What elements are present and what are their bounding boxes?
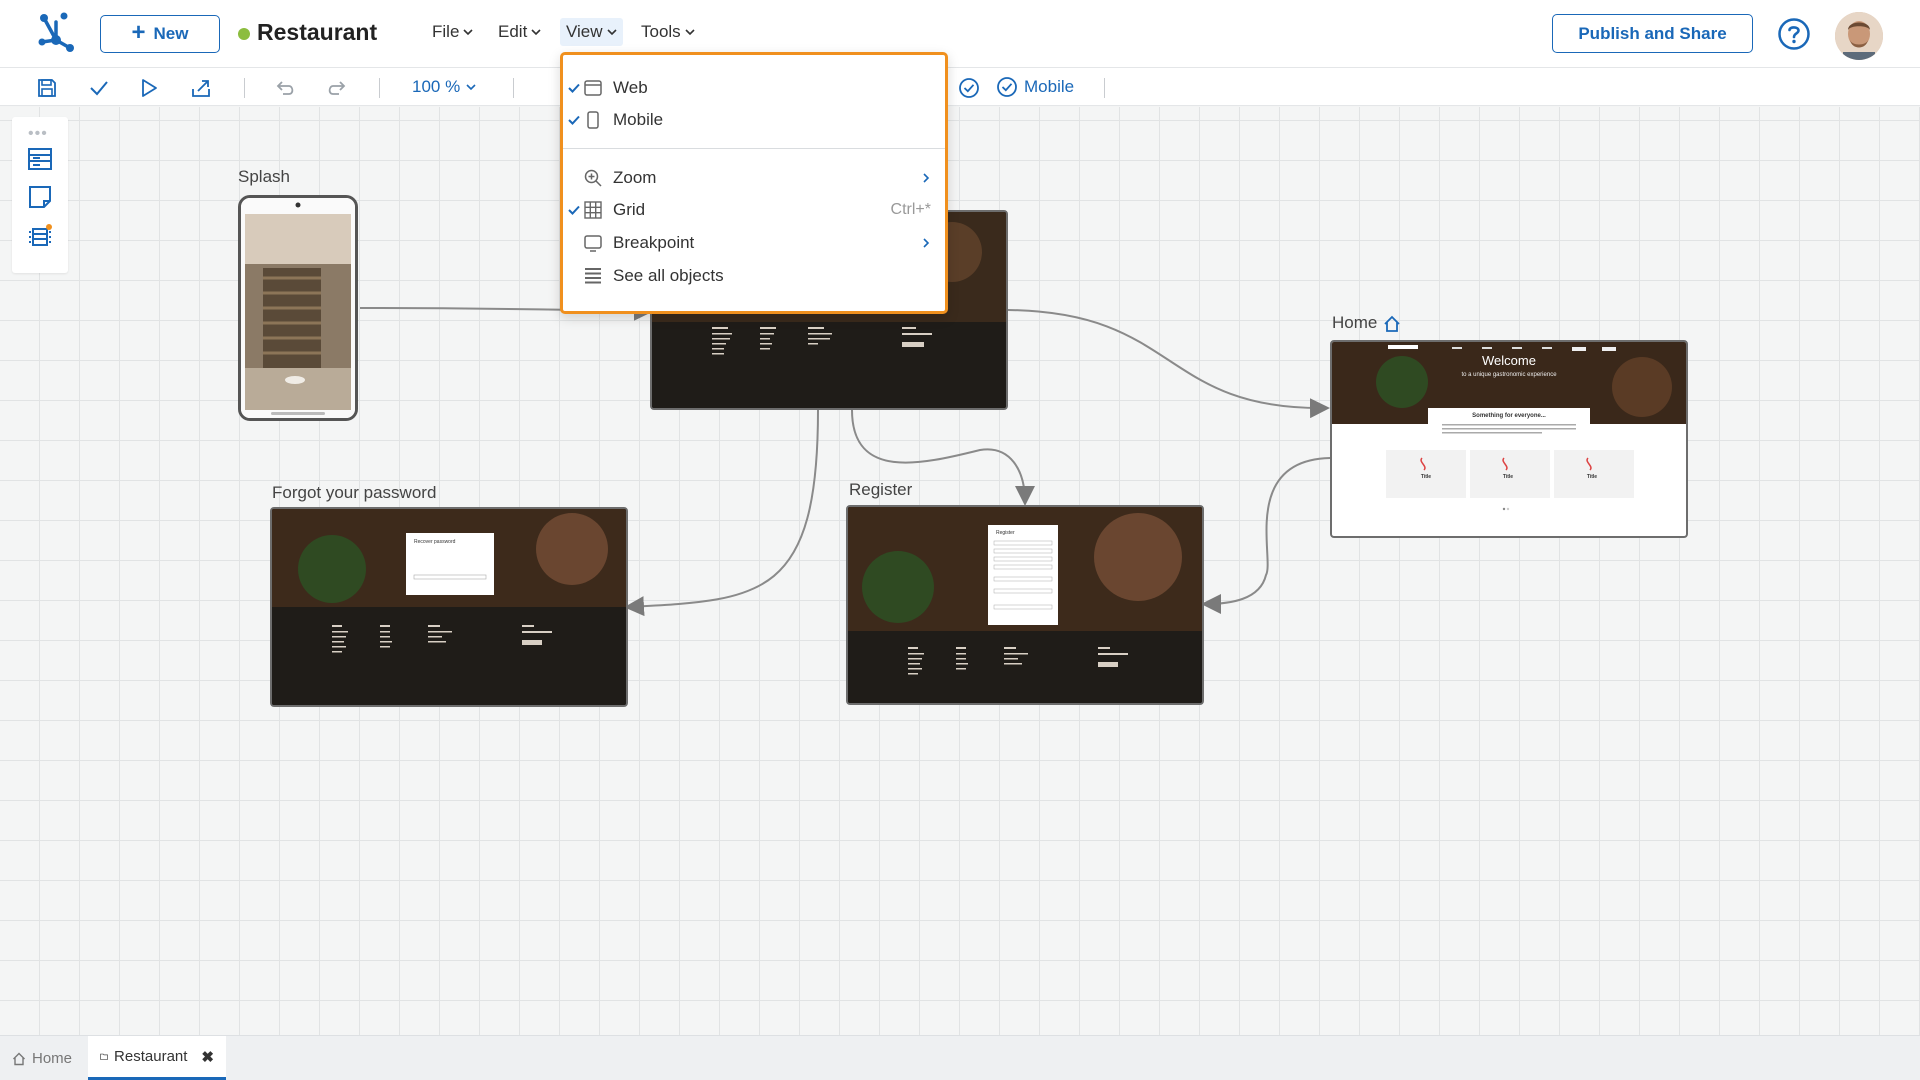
splash-preview-image	[241, 198, 355, 418]
project-title: Restaurant	[257, 19, 378, 45]
publish-and-share-button[interactable]: Publish and Share	[1552, 14, 1753, 53]
view-menu-item-mobile[interactable]: Mobile	[563, 105, 945, 135]
user-avatar[interactable]	[1835, 12, 1883, 60]
chevron-down-icon	[463, 29, 473, 36]
view-menu-item-label: Web	[613, 78, 648, 97]
check-icon	[568, 115, 580, 125]
menu-edit-label: Edit	[498, 22, 528, 41]
toolbar: 100 % Mobile	[0, 68, 1920, 106]
view-menu-item-label: Breakpoint	[613, 233, 695, 252]
menu-file[interactable]: File	[432, 22, 473, 42]
avatar-image	[1835, 12, 1883, 60]
forgot-form-title: Recover password	[414, 539, 456, 545]
mobile-toggle[interactable]: Mobile	[996, 76, 1074, 98]
grid-icon	[584, 201, 602, 219]
home-icon	[1384, 315, 1400, 332]
left-tool-panel: •••	[12, 117, 68, 273]
register-form-title: Register	[996, 530, 1015, 536]
zoom-icon	[584, 169, 602, 187]
bottom-tab-bar: Home Restaurant ✖	[0, 1035, 1920, 1080]
tab-restaurant-label: Restaurant	[114, 1048, 188, 1065]
new-button-label: New	[153, 24, 189, 43]
view-menu-item-label: Zoom	[613, 168, 657, 187]
app-header: + New Restaurant File Edit View Tools Pu…	[0, 0, 1920, 68]
play-icon[interactable]	[138, 77, 160, 99]
tab-home-label: Home	[32, 1050, 73, 1067]
view-menu-item-zoom[interactable]: Zoom	[563, 163, 945, 193]
home-card-title: Title	[1420, 474, 1432, 480]
screen-label-splash: Splash	[238, 167, 290, 186]
tab-home[interactable]: Home	[0, 1036, 84, 1080]
list-objects-icon	[585, 268, 601, 284]
menu-tools[interactable]: Tools	[641, 22, 695, 42]
view-menu-item-label: Mobile	[613, 110, 664, 129]
undo-icon[interactable]	[275, 77, 297, 99]
menu-tools-label: Tools	[641, 22, 681, 41]
chevron-right-icon	[923, 173, 930, 183]
grid-shortcut: Ctrl+*	[890, 201, 931, 218]
project-status-dot	[238, 28, 250, 40]
web-window-icon	[584, 80, 602, 96]
home-hero-subtitle: to a unique gastronomic experience	[1461, 372, 1557, 378]
menu-view-label: View	[566, 22, 603, 41]
home-card-title: Title	[1586, 474, 1598, 480]
screen-label-forgot-password: Forgot your password	[272, 483, 437, 502]
chevron-right-icon	[923, 238, 930, 248]
screen-label-register: Register	[849, 480, 913, 499]
screen-layout-icon[interactable]	[26, 145, 54, 173]
view-menu-item-breakpoint[interactable]: Breakpoint	[563, 228, 945, 258]
close-tab-icon[interactable]: ✖	[201, 1048, 214, 1066]
plus-icon: +	[131, 19, 146, 46]
view-menu-item-label: Grid	[613, 200, 646, 219]
redo-icon[interactable]	[325, 77, 347, 99]
zoom-value: 100 %	[412, 77, 461, 96]
register-preview-image	[848, 507, 1202, 703]
chevron-down-icon	[685, 29, 695, 36]
chevron-down-icon	[606, 29, 617, 36]
check-icon[interactable]	[88, 77, 110, 99]
toolbar-separator	[1104, 78, 1105, 98]
mobile-toggle-label: Mobile	[1024, 77, 1075, 96]
drag-handle-icon[interactable]: •••	[28, 125, 48, 143]
screen-thumb-forgot-password[interactable]: Recover password	[270, 507, 628, 707]
screen-thumb-home[interactable]: Welcome to a unique gastronomic experien…	[1330, 340, 1688, 538]
view-menu-item-grid[interactable]: Grid Ctrl+*	[563, 195, 945, 225]
check-icon	[568, 205, 580, 215]
screen-label-home: Home	[1332, 313, 1378, 332]
view-menu-item-label: See all objects	[613, 266, 724, 285]
export-icon[interactable]	[190, 77, 212, 99]
breakpoint-icon	[584, 235, 602, 252]
screen-thumb-splash[interactable]	[238, 195, 358, 421]
help-icon[interactable]	[1777, 17, 1811, 51]
view-menu-dropdown: Web Mobile Zoom Grid Ctrl+* Breakpoint S…	[560, 52, 948, 314]
home-hero-title: Welcome	[1482, 353, 1536, 368]
app-logo-icon[interactable]	[36, 12, 76, 56]
tab-restaurant[interactable]: Restaurant ✖	[88, 1036, 226, 1080]
home-section-title: Something for everyone...	[1472, 413, 1546, 419]
chevron-down-icon	[466, 84, 476, 91]
check-circle-icon	[997, 77, 1017, 97]
chevron-down-icon	[531, 29, 541, 36]
menu-file-label: File	[432, 22, 460, 41]
toolbar-separator	[379, 78, 380, 98]
zoom-select[interactable]: 100 %	[412, 77, 476, 97]
folder-icon	[100, 1053, 108, 1060]
save-icon[interactable]	[36, 77, 58, 99]
toolbar-separator	[513, 78, 514, 98]
check-icon	[568, 83, 580, 93]
mobile-device-icon	[587, 111, 599, 129]
menu-separator	[563, 148, 945, 149]
screen-thumb-register[interactable]: Register	[846, 505, 1204, 705]
toolbar-separator	[244, 78, 245, 98]
view-menu-item-see-all-objects[interactable]: See all objects	[563, 261, 945, 291]
home-icon	[13, 1052, 25, 1065]
new-button[interactable]: + New	[100, 15, 220, 53]
home-card-title: Title	[1502, 474, 1514, 480]
view-menu-item-web[interactable]: Web	[563, 73, 945, 103]
check-circle-icon[interactable]	[958, 77, 980, 99]
component-icon[interactable]	[26, 223, 54, 251]
menu-edit[interactable]: Edit	[498, 22, 541, 42]
note-icon[interactable]	[26, 183, 54, 211]
menu-view[interactable]: View	[560, 18, 623, 46]
